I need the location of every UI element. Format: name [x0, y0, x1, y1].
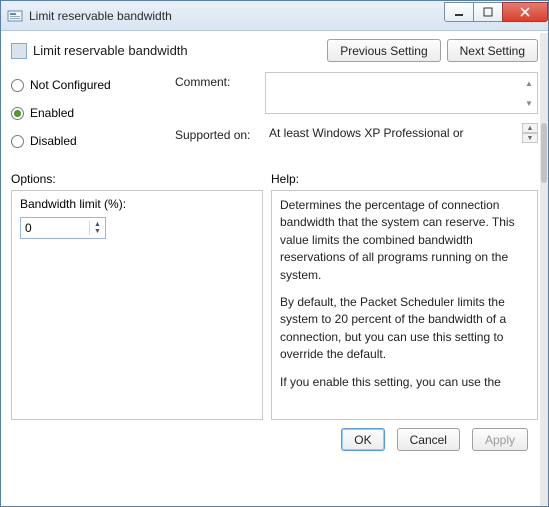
- help-paragraph: By default, the Packet Scheduler limits …: [280, 294, 529, 364]
- maximize-button[interactable]: [473, 2, 503, 22]
- state-radios: Not Configured Enabled Disabled: [11, 72, 169, 158]
- help-label: Help:: [271, 172, 299, 186]
- help-paragraph: If you enable this setting, you can use …: [280, 374, 529, 391]
- ok-button[interactable]: OK: [341, 428, 384, 451]
- client-area: Limit reservable bandwidth Previous Sett…: [1, 31, 548, 506]
- radio-label: Enabled: [30, 106, 74, 120]
- supported-row: Supported on: At least Windows XP Profes…: [175, 122, 538, 144]
- meta-fields: Comment: ▲ ▼ Supported on: At least Wind…: [169, 72, 538, 158]
- chevron-up-icon: ▲: [90, 221, 105, 228]
- config-row: Not Configured Enabled Disabled Comment:: [11, 72, 538, 158]
- help-panel: Determines the percentage of connection …: [271, 190, 538, 420]
- options-label: Options:: [11, 172, 271, 186]
- bandwidth-input[interactable]: 0 ▲ ▼: [20, 217, 106, 239]
- scrollbar-thumb[interactable]: [541, 123, 547, 183]
- supported-label: Supported on:: [175, 125, 265, 142]
- window-title: Limit reservable bandwidth: [29, 9, 445, 23]
- window-controls: [445, 2, 548, 24]
- minimize-button[interactable]: [444, 2, 474, 22]
- previous-setting-button[interactable]: Previous Setting: [327, 39, 440, 62]
- chevron-down-icon: ▼: [522, 133, 538, 143]
- radio-enabled[interactable]: Enabled: [11, 102, 169, 124]
- close-button[interactable]: [502, 2, 548, 22]
- window-scrollbar[interactable]: [540, 33, 548, 506]
- dialog-window: Limit reservable bandwidth Limit reserva…: [0, 0, 549, 507]
- help-paragraph: Determines the percentage of connection …: [280, 197, 529, 284]
- help-text: Determines the percentage of connection …: [280, 197, 529, 391]
- radio-label: Disabled: [30, 134, 77, 148]
- footer-buttons: OK Cancel Apply: [11, 420, 538, 459]
- supported-scroll[interactable]: ▲ ▼: [522, 123, 538, 143]
- next-setting-button[interactable]: Next Setting: [447, 39, 538, 62]
- cancel-button[interactable]: Cancel: [397, 428, 460, 451]
- bandwidth-value: 0: [21, 221, 89, 235]
- minimize-icon: [454, 7, 464, 17]
- radio-icon: [11, 107, 24, 120]
- comment-field: Comment: ▲ ▼: [175, 72, 538, 114]
- radio-disabled[interactable]: Disabled: [11, 130, 169, 152]
- comment-scroll[interactable]: ▲ ▼: [521, 73, 537, 113]
- comment-input[interactable]: ▲ ▼: [265, 72, 538, 114]
- radio-not-configured[interactable]: Not Configured: [11, 74, 169, 96]
- apply-button[interactable]: Apply: [472, 428, 528, 451]
- setting-icon: [11, 43, 27, 59]
- radio-icon: [11, 135, 24, 148]
- section-labels: Options: Help:: [11, 172, 538, 186]
- close-icon: [519, 6, 531, 18]
- maximize-icon: [483, 7, 493, 17]
- comment-label: Comment:: [175, 72, 265, 89]
- titlebar[interactable]: Limit reservable bandwidth: [1, 1, 548, 31]
- panels: Bandwidth limit (%): 0 ▲ ▼ Determines th…: [11, 190, 538, 420]
- radio-icon: [11, 79, 24, 92]
- chevron-down-icon: ▼: [521, 93, 537, 113]
- radio-label: Not Configured: [30, 78, 111, 92]
- policy-icon: [7, 8, 23, 24]
- header-row: Limit reservable bandwidth Previous Sett…: [11, 39, 538, 62]
- supported-value: At least Windows XP Professional or: [265, 122, 522, 144]
- chevron-down-icon: ▼: [90, 228, 105, 235]
- options-panel: Bandwidth limit (%): 0 ▲ ▼: [11, 190, 263, 420]
- bandwidth-label: Bandwidth limit (%):: [20, 197, 254, 211]
- chevron-up-icon: ▲: [522, 123, 538, 133]
- setting-title: Limit reservable bandwidth: [33, 43, 321, 58]
- bandwidth-spinner[interactable]: ▲ ▼: [89, 221, 105, 235]
- chevron-up-icon: ▲: [521, 73, 537, 93]
